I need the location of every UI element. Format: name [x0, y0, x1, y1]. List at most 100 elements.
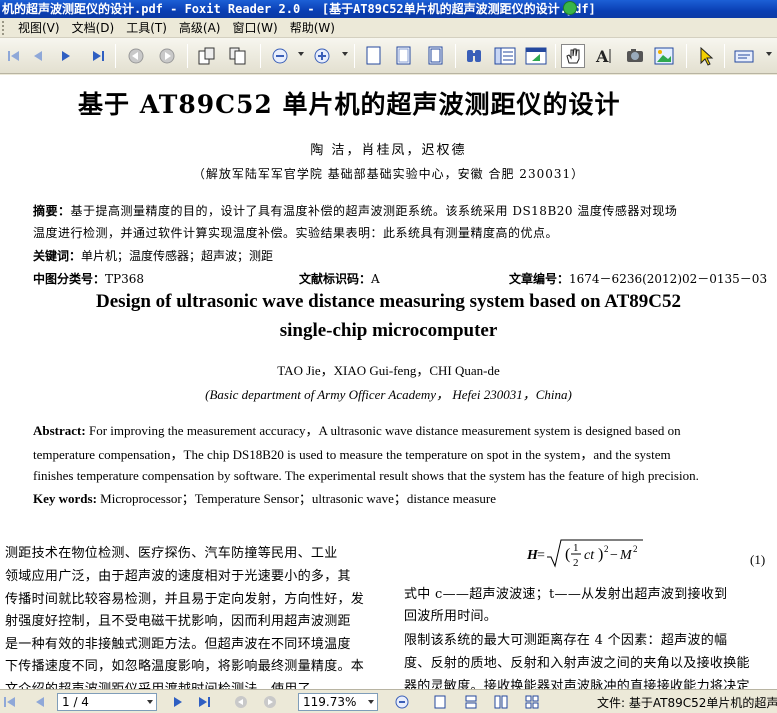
paper-affiliation-en: (Basic department of Army Officer Academ… — [205, 387, 572, 402]
document-code-value: A — [371, 272, 380, 286]
toolbar-separator — [686, 44, 687, 68]
back-icon[interactable] — [124, 44, 148, 68]
status-check-icon — [563, 1, 577, 15]
window-title: 机的超声波测距仪的设计.pdf - Foxit Reader 2.0 - [基于… — [2, 2, 596, 16]
classification-value: TP368 — [105, 272, 144, 286]
abstract-en-line: finishes temperature compensation by sof… — [33, 468, 699, 483]
zoom-in-dropdown-icon[interactable] — [342, 52, 348, 56]
select-icon[interactable] — [694, 44, 718, 68]
formula-m: M — [619, 548, 633, 563]
rotate-cw-icon[interactable] — [226, 44, 250, 68]
zoom-out-dropdown-icon[interactable] — [298, 52, 304, 56]
menu-help[interactable]: 帮助(W) — [284, 18, 341, 38]
zoom-field[interactable]: 119.73% — [298, 693, 378, 711]
zoom-dropdown-icon[interactable] — [368, 700, 374, 704]
single-page-view-icon[interactable] — [432, 694, 448, 710]
formula-sq1: 2 — [604, 544, 609, 554]
body-text-line: 式中 c——超声波波速；t——从发射出超声波到接收到 — [404, 587, 728, 602]
last-page-icon[interactable] — [196, 694, 212, 710]
status-bar: 1 / 4 119.73% 文件: 基于AT89C52单片机的超声波 — [0, 689, 777, 713]
next-page-icon[interactable] — [54, 44, 78, 68]
article-number-value: 1674－6236(2012)02－0135－03 — [569, 272, 768, 286]
previous-page-icon[interactable] — [26, 44, 50, 68]
zoom-in-icon[interactable] — [310, 44, 334, 68]
abstract-cn-line: 温度进行检测，并通过软件计算实现温度补偿。实验结果表明：此系统具有测量精度高的优… — [33, 226, 559, 240]
body-text-line: 器的灵敏度。接收换能器对声波脉冲的直接接收能力将决定 — [404, 679, 750, 689]
rotate-ccw-icon[interactable] — [194, 44, 218, 68]
menu-tools[interactable]: 工具(T) — [120, 18, 173, 38]
image-select-icon[interactable] — [652, 44, 676, 68]
article-number-label: 文章编号： — [509, 272, 570, 286]
keywords-cn-line: 关键词：单片机；温度传感器；超声波；测距 — [33, 247, 273, 264]
body-text-line: 射强度好控制，且不受电磁干扰影响，因而利用超声波测距 — [5, 614, 351, 629]
continuous-page-icon[interactable] — [391, 44, 415, 68]
keywords-en-line: Key words: Microprocessor；Temperature Se… — [33, 488, 496, 507]
typewriter-dropdown-icon[interactable] — [766, 52, 772, 56]
toolbar-separator — [455, 44, 456, 68]
next-page-icon[interactable] — [170, 694, 186, 710]
document-code: 文献标识码：A — [299, 270, 380, 287]
forward-icon[interactable] — [262, 694, 278, 710]
single-page-icon[interactable] — [361, 44, 385, 68]
thumbnails-icon[interactable] — [524, 44, 548, 68]
zoom-out-icon[interactable] — [394, 694, 410, 710]
formula: H = ( 1 2 ct ) 2 − M 2 — [523, 537, 653, 575]
last-page-icon[interactable] — [86, 44, 110, 68]
keywords-cn-text: 单片机；温度传感器；超声波；测距 — [81, 249, 274, 263]
paper-authors-cn: 陶 洁，肖桂凤，迟权德 — [310, 143, 467, 158]
pdf-page: 基于 AT89C52 单片机的超声波测距仪的设计 陶 洁，肖桂凤，迟权德 （解放… — [0, 75, 777, 689]
first-page-icon[interactable] — [2, 694, 18, 710]
abstract-en-line: Abstract: For improving the measurement … — [33, 420, 681, 439]
document-code-label: 文献标识码： — [299, 272, 372, 286]
toolbar-separator — [354, 44, 355, 68]
menu-view[interactable]: 视图(V) — [12, 18, 66, 38]
document-viewport[interactable]: 基于 AT89C52 单片机的超声波测距仪的设计 陶 洁，肖桂凤，迟权德 （解放… — [0, 75, 777, 689]
paper-title-cn: 基于 AT89C52 单片机的超声波测距仪的设计 — [78, 90, 621, 119]
body-text-line: 是一种有效的非接触式测距方法。但超声波在不同环境温度 — [5, 637, 351, 652]
menu-grip-icon[interactable] — [2, 20, 8, 35]
body-text-line: 下传播速度不同，如忽略温度影响，将影响最终测量精度。本 — [5, 659, 365, 674]
toolbar-separator — [115, 44, 116, 68]
facing-view-icon[interactable] — [493, 694, 509, 710]
page-number-value: 1 / 4 — [62, 695, 89, 709]
formula-number: (1) — [750, 552, 766, 567]
back-icon[interactable] — [233, 694, 249, 710]
menu-window[interactable]: 窗口(W) — [226, 18, 283, 38]
continuous-facing-view-icon[interactable] — [524, 694, 540, 710]
previous-page-icon[interactable] — [32, 694, 48, 710]
toolbar-separator — [187, 44, 188, 68]
svg-text:A: A — [595, 47, 609, 66]
formula-half-den: 2 — [573, 557, 579, 569]
svg-text:=: = — [537, 548, 545, 563]
window-title-bar: 机的超声波测距仪的设计.pdf - Foxit Reader 2.0 - [基于… — [0, 0, 777, 18]
keywords-en-label: Key words: — [33, 491, 97, 506]
bookmarks-icon[interactable] — [493, 44, 517, 68]
find-icon[interactable] — [462, 44, 486, 68]
menu-document[interactable]: 文档(D) — [66, 18, 121, 38]
zoom-value: 119.73% — [303, 695, 357, 709]
forward-icon[interactable] — [155, 44, 179, 68]
continuous-view-icon[interactable] — [463, 694, 479, 710]
formula-graphic: H = ( 1 2 ct ) 2 − M 2 — [526, 539, 643, 569]
page-number-field[interactable]: 1 / 4 — [57, 693, 157, 711]
toolbar-separator — [555, 44, 556, 68]
formula-ct: ct — [584, 548, 595, 563]
first-page-icon[interactable] — [2, 44, 26, 68]
text-select-icon[interactable]: A — [592, 44, 616, 68]
typewriter-icon[interactable] — [732, 44, 756, 68]
svg-text:): ) — [598, 546, 603, 563]
snapshot-icon[interactable] — [623, 44, 647, 68]
hand-tool-icon[interactable] — [561, 44, 585, 68]
svg-text:(: ( — [565, 546, 570, 563]
body-text-line: 测距技术在物位检测、医疗探伤、汽车防撞等民用、工业 — [5, 546, 338, 561]
zoom-out-icon[interactable] — [268, 44, 292, 68]
menu-advanced[interactable]: 高级(A) — [173, 18, 227, 38]
paper-title-en: Design of ultrasonic wave distance measu… — [96, 291, 681, 312]
body-text-line: 度、反射的质地、反射和入射声波之间的夹角以及接收换能 — [404, 656, 750, 671]
facing-page-icon[interactable] — [423, 44, 447, 68]
abstract-en-text: For improving the measurement accuracy，A… — [85, 423, 681, 438]
page-dropdown-icon[interactable] — [147, 700, 153, 704]
abstract-cn-label: 摘要： — [33, 204, 71, 218]
toolbar-separator — [260, 44, 261, 68]
abstract-cn-line: 摘要：基于提高测量精度的目的，设计了具有温度补偿的超声波测距系统。该系统采用 D… — [33, 202, 677, 219]
